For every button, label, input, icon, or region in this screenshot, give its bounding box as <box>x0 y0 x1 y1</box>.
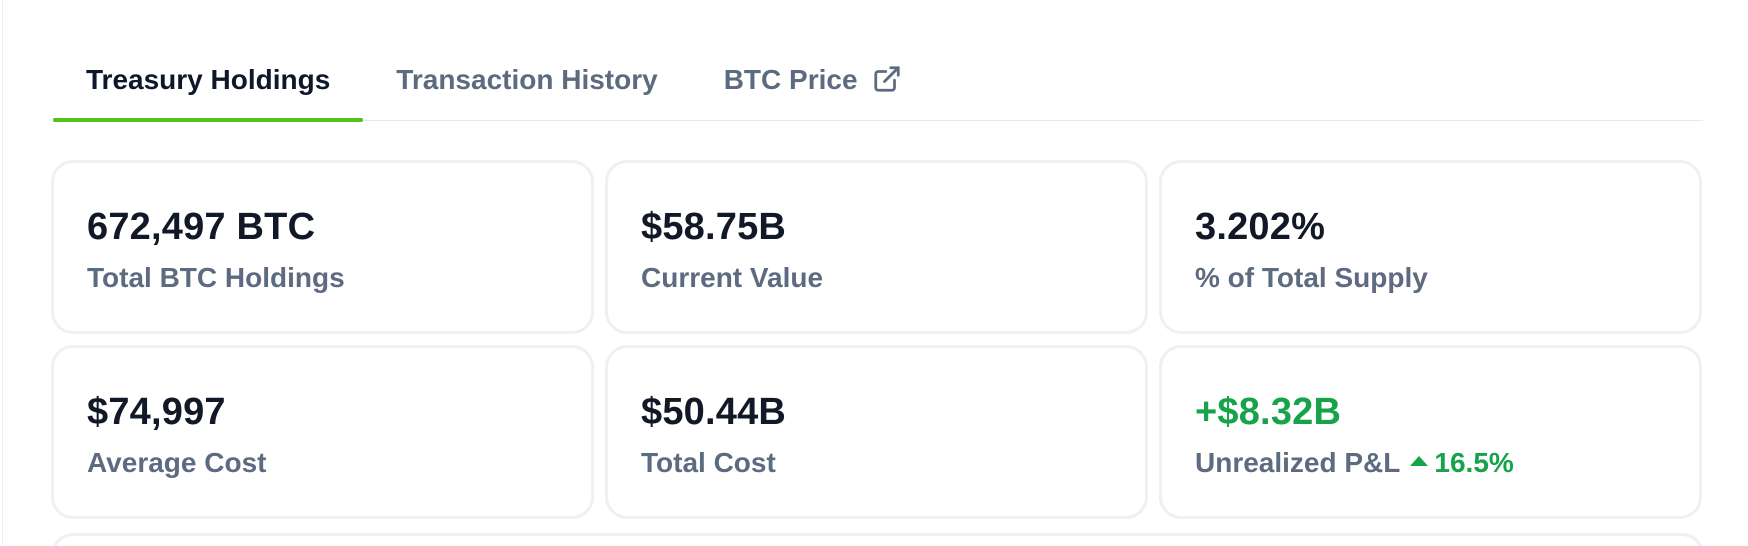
stat-card-total-btc-holdings: 672,497 BTC Total BTC Holdings <box>51 160 594 334</box>
stat-card-total-supply-percent: 3.202% % of Total Supply <box>1159 160 1702 334</box>
stat-label-text: Total BTC Holdings <box>87 262 345 293</box>
stat-label-text: Unrealized P&L <box>1195 447 1401 478</box>
stat-label: Current Value <box>641 261 1145 295</box>
tab-bar: Treasury Holdings Transaction History BT… <box>53 46 1703 122</box>
stats-grid: 672,497 BTC Total BTC Holdings $58.75B C… <box>51 160 1704 519</box>
pnl-change-value: 16.5% <box>1434 447 1514 478</box>
stat-card-total-cost: $50.44B Total Cost <box>605 345 1148 519</box>
external-link-icon <box>873 66 900 92</box>
tab-transaction-history[interactable]: Transaction History <box>363 46 690 120</box>
stat-label-text: Average Cost <box>87 447 267 478</box>
stat-label-text: % of Total Supply <box>1195 262 1428 293</box>
stat-label-text: Total Cost <box>641 447 776 478</box>
stat-label: Total Cost <box>641 446 1145 480</box>
stat-value: $58.75B <box>641 206 787 248</box>
caret-up-icon <box>1410 456 1429 466</box>
stat-card-average-cost: $74,997 Average Cost <box>51 345 594 519</box>
stat-value: 3.202% <box>1195 206 1326 248</box>
tab-btc-price[interactable]: BTC Price <box>691 46 935 120</box>
stat-card-unrealized-pnl: +$8.32B Unrealized P&L 16.5% <box>1159 345 1702 519</box>
stat-value: $50.44B <box>641 391 787 433</box>
stat-value: +$8.32B <box>1195 391 1342 433</box>
stat-label-text: Current Value <box>641 262 824 293</box>
tab-label: BTC Price <box>723 64 858 95</box>
page: Treasury Holdings Transaction History BT… <box>2 0 1748 546</box>
stat-value: $74,997 <box>87 391 226 433</box>
stat-value: 672,497 BTC <box>87 206 316 248</box>
tab-label: Treasury Holdings <box>86 64 331 95</box>
stat-label: Average Cost <box>87 446 591 480</box>
pnl-change-badge: 16.5% <box>1410 446 1514 480</box>
stat-label: Total BTC Holdings <box>87 261 591 295</box>
tab-treasury-holdings[interactable]: Treasury Holdings <box>53 46 364 122</box>
stat-label: % of Total Supply <box>1195 261 1699 295</box>
next-section-card <box>51 533 1704 546</box>
stat-card-current-value: $58.75B Current Value <box>605 160 1148 334</box>
tab-label: Transaction History <box>396 64 658 95</box>
stat-label: Unrealized P&L 16.5% <box>1195 446 1699 480</box>
